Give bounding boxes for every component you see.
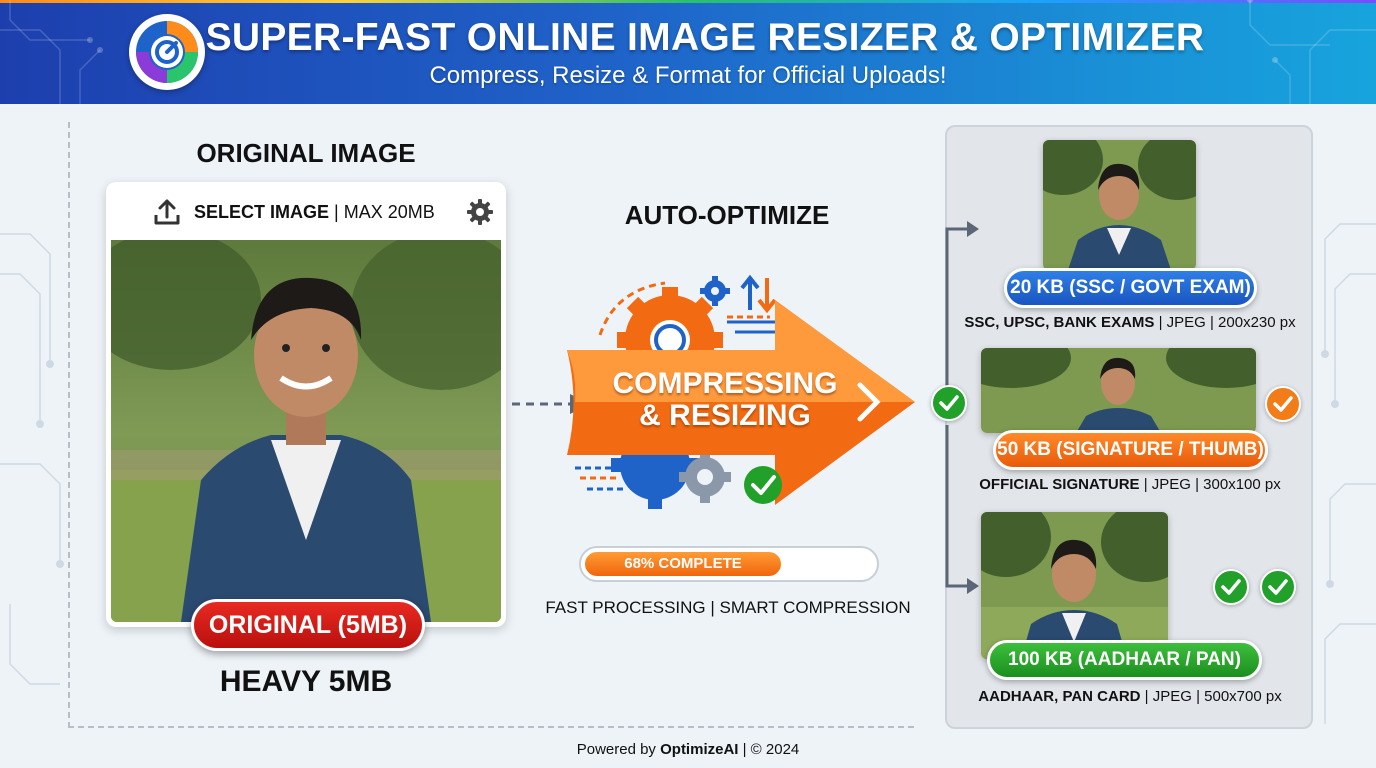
branch-check-icon	[931, 385, 967, 421]
output-desc-2: OFFICIAL SIGNATURE | JPEG | 300x100 px	[950, 476, 1310, 493]
output-desc-3: AADHAAR, PAN CARD | JPEG | 500x700 px	[950, 688, 1310, 705]
footer-brand: OptimizeAI	[660, 741, 739, 758]
page-subtitle: Compress, Resize & Format for Official U…	[429, 62, 947, 89]
output-desc-3-rest: | JPEG | 500x700 px	[1140, 688, 1282, 705]
output-desc-3-bold: AADHAAR, PAN CARD	[978, 688, 1141, 705]
output-desc-1-rest: | JPEG | 200x230 px	[1154, 314, 1296, 331]
original-image-card: SELECT IMAGE | MAX 20MB	[106, 182, 506, 627]
footer-suffix: | © 2024	[738, 741, 800, 758]
max-size-label: | MAX 20MB	[334, 202, 435, 222]
original-size-caption: HEAVY 5MB	[219, 665, 393, 698]
output-thumbnail-1	[1043, 140, 1196, 270]
output-desc-2-bold: OFFICIAL SIGNATURE	[979, 476, 1140, 493]
output-badge-3: 100 KB (AADHAAR / PAN)	[987, 640, 1262, 680]
output-3-check-icon-a	[1213, 569, 1249, 605]
output-desc-1-bold: SSC, UPSC, BANK EXAMS	[964, 314, 1155, 331]
select-image-label: SELECT IMAGE	[194, 202, 330, 222]
auto-optimize-heading: AUTO-OPTIMIZE	[624, 200, 830, 230]
compress-line-2: & RESIZING	[639, 399, 811, 432]
page-title: SUPER-FAST ONLINE IMAGE RESIZER & OPTIMI…	[205, 16, 1205, 59]
output-badge-2: 50 KB (SIGNATURE / THUMB)	[993, 430, 1268, 470]
output-badge-1: 20 KB (SSC / GOVT EXAM)	[1004, 268, 1257, 308]
progress-bar: 68% COMPLETE	[579, 546, 879, 582]
progress-label: 68% COMPLETE	[624, 555, 742, 572]
select-image-button[interactable]: SELECT IMAGE | MAX 20MB	[194, 202, 435, 223]
compress-arrow-label: COMPRESSING & RESIZING	[594, 368, 856, 432]
original-photo	[111, 240, 501, 622]
output-thumbnail-3	[981, 512, 1168, 659]
output-desc-1: SSC, UPSC, BANK EXAMS | JPEG | 200x230 p…	[950, 314, 1310, 331]
original-size-badge: ORIGINAL (5MB)	[191, 599, 425, 651]
upload-icon[interactable]	[152, 197, 182, 232]
settings-gear-icon[interactable]	[466, 198, 494, 231]
original-image-heading: ORIGINAL IMAGE	[196, 138, 416, 168]
output-3-check-icon-b	[1260, 569, 1296, 605]
output-2-check-icon	[1265, 386, 1301, 422]
header-banner: SUPER-FAST ONLINE IMAGE RESIZER & OPTIMI…	[0, 0, 1376, 104]
output-desc-2-rest: | JPEG | 300x100 px	[1139, 476, 1281, 493]
compress-line-1: COMPRESSING	[612, 367, 838, 400]
output-thumbnail-2	[981, 348, 1256, 433]
footer-credit: Powered by OptimizeAI | © 2024	[0, 741, 1376, 758]
footer-prefix: Powered by	[576, 741, 661, 758]
processing-caption: FAST PROCESSING | SMART COMPRESSION	[545, 598, 911, 617]
